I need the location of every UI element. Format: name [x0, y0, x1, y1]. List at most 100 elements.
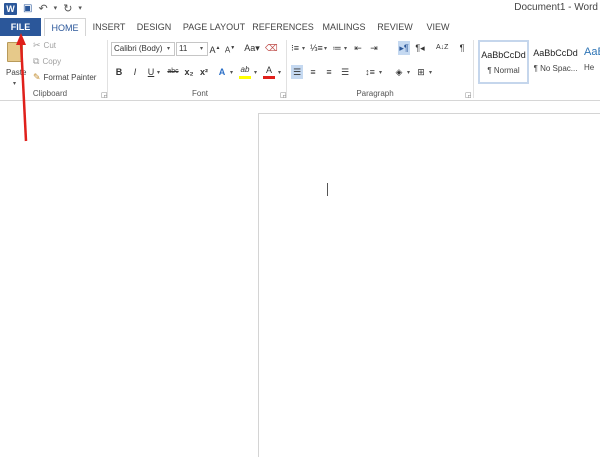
- paintbrush-icon: ✎: [33, 72, 41, 82]
- group-divider: [107, 40, 108, 98]
- format-painter-button[interactable]: ✎ Format Painter: [33, 72, 96, 82]
- title-bar: W ▣ ↶ ▾ ↻ ▾ Document1 - Word: [0, 0, 600, 18]
- font-size-value: 11: [179, 44, 188, 53]
- tab-view[interactable]: VIEW: [424, 18, 452, 36]
- copy-label: Copy: [42, 56, 62, 66]
- bullets-icon[interactable]: ⁝≡: [289, 41, 301, 55]
- right-to-left-icon[interactable]: ¶◂: [414, 41, 426, 55]
- font-color-bar: [263, 76, 275, 79]
- customize-qat-icon[interactable]: ▾: [78, 3, 82, 15]
- style-name: He: [584, 63, 595, 72]
- paste-button[interactable]: Paste ▾: [4, 40, 27, 87]
- tab-home[interactable]: HOME: [44, 18, 86, 38]
- line-spacing-icon[interactable]: ↕≡: [364, 65, 376, 79]
- cut-label: Cut: [43, 40, 56, 50]
- tab-mailings[interactable]: MAILINGS: [320, 18, 368, 36]
- tab-page-layout[interactable]: PAGE LAYOUT: [182, 18, 246, 36]
- clear-formatting-icon[interactable]: ⌫: [265, 41, 278, 55]
- shading-icon[interactable]: ◈: [393, 65, 405, 79]
- style-sample: AaBbCcDd: [533, 48, 578, 58]
- style-heading-1[interactable]: AaBbC He: [584, 40, 600, 84]
- highlight-dropdown-icon[interactable]: ▾: [254, 69, 257, 76]
- save-icon[interactable]: ▣: [23, 3, 32, 15]
- align-left-icon[interactable]: ☰: [291, 65, 303, 79]
- increase-indent-icon[interactable]: ⇥: [368, 41, 380, 55]
- ribbon-tabs: FILE HOME INSERT DESIGN PAGE LAYOUT REFE…: [0, 18, 600, 38]
- numbering-icon[interactable]: ⅓≡: [310, 41, 323, 55]
- paste-dropdown-icon: ▾: [13, 81, 17, 87]
- tab-references[interactable]: REFERENCES: [252, 18, 314, 36]
- paste-label: Paste: [6, 68, 27, 77]
- clipboard-icon: [7, 42, 23, 62]
- font-size-dropdown-icon[interactable]: ▾: [200, 45, 203, 52]
- change-case-label: Aa: [244, 43, 256, 53]
- group-divider: [473, 40, 474, 98]
- font-color-dropdown-icon[interactable]: ▾: [278, 69, 281, 76]
- italic-button[interactable]: I: [129, 65, 141, 79]
- window-title: Document1 - Word: [514, 2, 598, 13]
- cut-button[interactable]: ✂ Cut: [33, 40, 56, 50]
- clipboard-group-label: Clipboard: [32, 89, 68, 98]
- font-group-label: Font: [191, 89, 208, 98]
- align-center-icon[interactable]: ≡: [307, 65, 319, 79]
- underline-dropdown-icon[interactable]: ▾: [157, 69, 160, 76]
- style-name: ¶ No Spac...: [533, 64, 578, 73]
- highlight-color-bar: [239, 76, 251, 79]
- copy-button[interactable]: ⧉ Copy: [33, 56, 61, 66]
- tab-design[interactable]: DESIGN: [134, 18, 174, 36]
- underline-button[interactable]: U: [145, 65, 157, 79]
- line-spacing-dropdown-icon[interactable]: ▾: [379, 69, 382, 76]
- style-no-spacing[interactable]: AaBbCcDd ¶ No Spac...: [530, 40, 581, 84]
- paragraph-group-label: Paragraph: [356, 89, 394, 98]
- sort-icon[interactable]: A↓Z: [436, 41, 448, 55]
- word-logo-icon: W: [4, 3, 17, 15]
- ribbon: Paste ▾ ✂ Cut ⧉ Copy ✎ Format Painter Cl…: [0, 36, 600, 101]
- shrink-font-button[interactable]: A▼: [224, 41, 236, 55]
- decrease-indent-icon[interactable]: ⇤: [352, 41, 364, 55]
- bullets-dropdown-icon[interactable]: ▾: [302, 45, 305, 52]
- bold-button[interactable]: B: [113, 65, 125, 79]
- redo-icon[interactable]: ↻: [63, 3, 72, 15]
- borders-icon[interactable]: ⊞: [415, 65, 427, 79]
- multilevel-list-icon[interactable]: ≔: [331, 41, 343, 55]
- tab-insert[interactable]: INSERT: [90, 18, 128, 36]
- text-effects-dropdown-icon[interactable]: ▾: [230, 69, 233, 76]
- undo-icon[interactable]: ↶: [38, 3, 47, 15]
- style-sample: AaBbC: [584, 46, 600, 58]
- grow-font-button[interactable]: A▲: [209, 41, 221, 55]
- group-divider: [286, 40, 287, 98]
- align-right-icon[interactable]: ≡: [323, 65, 335, 79]
- left-to-right-icon[interactable]: ▸¶: [398, 41, 410, 55]
- change-case-button[interactable]: Aa▾: [242, 41, 262, 55]
- paragraph-dialog-launcher-icon[interactable]: ◲: [465, 91, 472, 99]
- style-normal[interactable]: AaBbCcDd ¶ Normal: [478, 40, 529, 84]
- numbering-dropdown-icon[interactable]: ▾: [324, 45, 327, 52]
- style-sample: AaBbCcDd: [481, 50, 526, 60]
- borders-dropdown-icon[interactable]: ▾: [429, 69, 432, 76]
- subscript-button[interactable]: x₂: [183, 65, 195, 79]
- text-effects-button[interactable]: A: [216, 65, 228, 79]
- highlight-button[interactable]: ab: [239, 63, 251, 79]
- font-name-dropdown-icon[interactable]: ▾: [167, 45, 170, 52]
- scissors-icon: ✂: [33, 40, 41, 50]
- quick-access-toolbar: W ▣ ↶ ▾ ↻ ▾: [4, 2, 82, 16]
- font-size-dropdown[interactable]: 11: [176, 42, 208, 56]
- show-formatting-marks-icon[interactable]: ¶: [456, 41, 468, 55]
- strikethrough-button[interactable]: abc: [165, 65, 181, 79]
- justify-icon[interactable]: ☰: [339, 65, 351, 79]
- shading-dropdown-icon[interactable]: ▾: [407, 69, 410, 76]
- superscript-button[interactable]: x²: [198, 65, 210, 79]
- tab-review[interactable]: REVIEW: [376, 18, 414, 36]
- text-cursor: [327, 183, 328, 196]
- style-name: ¶ Normal: [487, 66, 520, 75]
- font-name-dropdown[interactable]: Calibri (Body): [111, 42, 175, 56]
- multilevel-list-dropdown-icon[interactable]: ▾: [344, 45, 347, 52]
- undo-dropdown-icon[interactable]: ▾: [54, 3, 58, 15]
- font-color-label: A: [265, 65, 272, 75]
- font-name-value: Calibri (Body): [114, 44, 163, 53]
- format-painter-label: Format Painter: [43, 72, 97, 82]
- font-color-button[interactable]: A: [263, 63, 275, 79]
- tab-file[interactable]: FILE: [0, 18, 41, 36]
- copy-icon: ⧉: [33, 56, 40, 66]
- document-page[interactable]: [258, 113, 600, 457]
